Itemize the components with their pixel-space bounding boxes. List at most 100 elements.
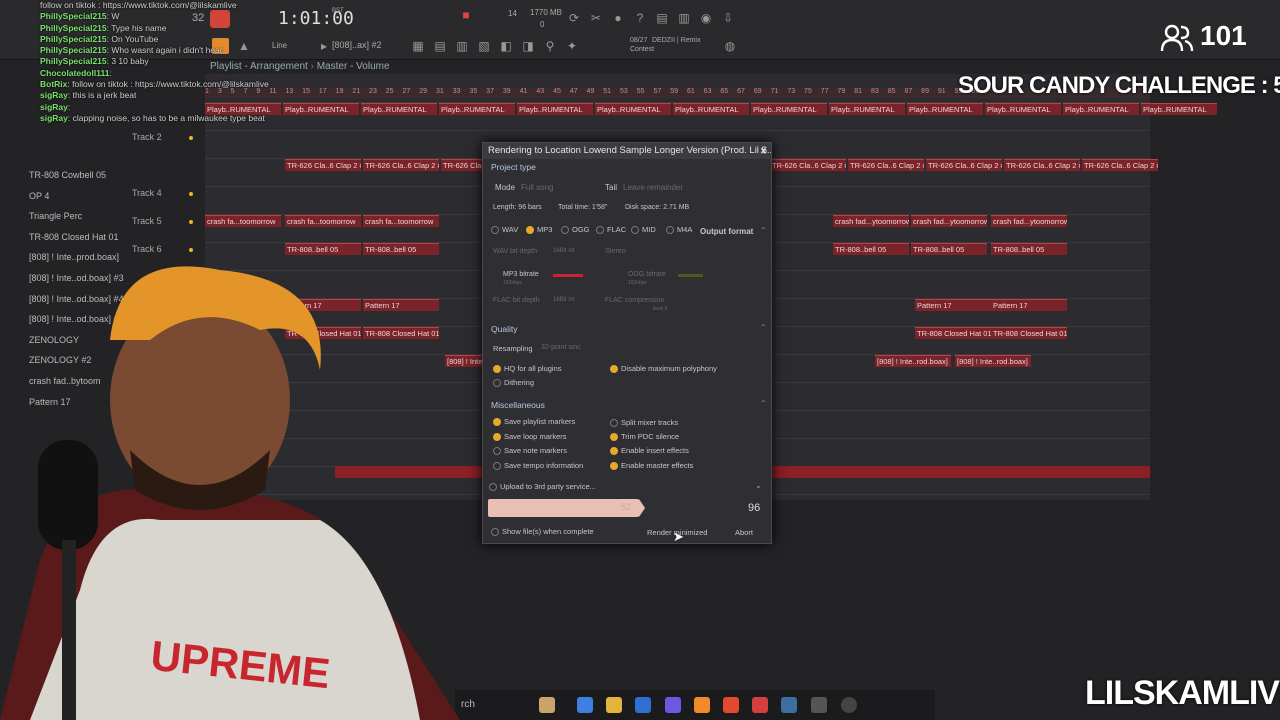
playlist-clip[interactable]: crash fa...toomorrow bbox=[363, 215, 439, 227]
track-led[interactable] bbox=[189, 220, 193, 224]
format-radio[interactable] bbox=[631, 226, 639, 235]
save-note-markers-checkbox[interactable] bbox=[493, 447, 501, 456]
playlist-clip[interactable]: Playb..RUMENTAL bbox=[907, 103, 983, 115]
collapse-quality-icon[interactable]: ⌃ bbox=[760, 323, 767, 332]
playlist-clip[interactable]: crash fa...toomorrow bbox=[285, 215, 361, 227]
format-option-mid[interactable]: MID bbox=[631, 225, 656, 235]
playlist-clip[interactable]: TR-808 Closed Hat 01 bbox=[915, 327, 991, 339]
save-tempo-checkbox[interactable] bbox=[493, 462, 501, 471]
download-icon[interactable]: ⇩ bbox=[720, 11, 736, 25]
enable-master-option[interactable]: Enable master effects bbox=[610, 461, 693, 471]
cut-icon[interactable]: ✂ bbox=[588, 11, 604, 25]
track-name[interactable]: Track 6 bbox=[132, 244, 162, 254]
record-icon[interactable]: ■ bbox=[458, 8, 474, 22]
channel-item[interactable]: OP 4 bbox=[25, 186, 205, 207]
playlist-clip[interactable]: TR-626 Cla..6 Clap 2 #2 bbox=[770, 159, 846, 171]
enable-master-checkbox[interactable] bbox=[610, 462, 618, 471]
save-tempo-option[interactable]: Save tempo information bbox=[493, 461, 583, 471]
tail-select[interactable]: Leave remainder bbox=[623, 183, 683, 192]
format-radio[interactable] bbox=[666, 226, 674, 235]
hq-plugins-checkbox[interactable] bbox=[493, 365, 501, 374]
save-playlist-markers-option[interactable]: Save playlist markers bbox=[493, 417, 575, 427]
playlist-clip[interactable]: Playb..RUMENTAL bbox=[751, 103, 827, 115]
playlist-clip[interactable]: TR-626 Cla..6 Clap 2 #2 bbox=[926, 159, 1002, 171]
playlist-clip[interactable]: TR-808..bell 05 bbox=[991, 243, 1067, 255]
mixer-view-icon[interactable]: ▧ bbox=[476, 39, 492, 53]
trim-pdc-option[interactable]: Trim PDC silence bbox=[610, 432, 679, 442]
playlist-clip[interactable]: Playb..RUMENTAL bbox=[595, 103, 671, 115]
track-name[interactable]: Track 4 bbox=[132, 188, 162, 198]
fl-studio-icon[interactable] bbox=[694, 697, 710, 713]
collapse-output-icon[interactable]: ⌃ bbox=[760, 226, 767, 235]
playlist-clip[interactable]: TR-808..bell 05 bbox=[285, 243, 361, 255]
playlist-clip[interactable]: TR-626 Cla..6 Clap 2 #2 bbox=[363, 159, 439, 171]
playlist-clip[interactable]: Playb..RUMENTAL bbox=[1063, 103, 1139, 115]
ogg-bitrate-slider[interactable] bbox=[678, 274, 703, 277]
split-mixer-checkbox[interactable] bbox=[610, 419, 618, 428]
show-files-option[interactable]: Show file(s) when complete bbox=[491, 527, 594, 537]
playlist-clip[interactable]: Playb..RUMENTAL bbox=[439, 103, 515, 115]
mic-icon[interactable]: ● bbox=[610, 11, 626, 25]
playlist-clip[interactable]: [808] ! Inte..rod.boax] bbox=[955, 355, 1031, 367]
format-option-wav[interactable]: WAV bbox=[491, 225, 518, 235]
format-option-flac[interactable]: FLAC bbox=[596, 225, 626, 235]
playlist-clip[interactable]: crash fa...toomorrow bbox=[205, 215, 281, 227]
discord-icon[interactable] bbox=[665, 697, 681, 713]
browser-icon[interactable]: ◧ bbox=[498, 39, 514, 53]
format-option-ogg[interactable]: OGG bbox=[561, 225, 590, 235]
playlist-clip[interactable]: TR-626 Cla..6 Clap 2 #2 bbox=[285, 159, 361, 171]
upload-checkbox[interactable] bbox=[489, 483, 497, 492]
format-radio[interactable] bbox=[526, 226, 534, 235]
playlist-clip[interactable]: TR-808 Closed Hat 01 bbox=[991, 327, 1067, 339]
enable-insert-checkbox[interactable] bbox=[610, 447, 618, 456]
format-radio[interactable] bbox=[596, 226, 604, 235]
brave-icon[interactable] bbox=[723, 697, 739, 713]
abort-button[interactable]: Abort bbox=[735, 528, 753, 537]
mixer-icon[interactable]: ▥ bbox=[676, 11, 692, 25]
disable-polyphony-option[interactable]: Disable maximum polyphony bbox=[610, 364, 717, 374]
playlist-clip[interactable]: Playb..RUMENTAL bbox=[1141, 103, 1217, 115]
format-option-mp3[interactable]: MP3 bbox=[526, 225, 552, 235]
format-option-m4a[interactable]: M4A bbox=[666, 225, 692, 235]
wav-bit-depth-value[interactable]: 16Bit int bbox=[553, 248, 575, 254]
flac-bit-depth-value[interactable]: 16Bit int bbox=[553, 297, 575, 303]
playlist-clip[interactable]: TR-626 Cla..6 Clap 2 #2 bbox=[1004, 159, 1080, 171]
playlist-clip[interactable]: TR-626 Cla..6 Clap 2 #2 bbox=[848, 159, 924, 171]
playlist-clip[interactable]: Pattern 17 bbox=[991, 299, 1067, 311]
resampling-select[interactable]: 32-point sinc bbox=[541, 344, 581, 351]
globe-icon[interactable]: ◍ bbox=[722, 39, 738, 53]
paint-app-icon[interactable] bbox=[539, 697, 555, 713]
split-mixer-option[interactable]: Split mixer tracks bbox=[610, 418, 678, 428]
upload-option[interactable]: Upload to 3rd party service... bbox=[489, 482, 596, 492]
disable-polyphony-checkbox[interactable] bbox=[610, 365, 618, 374]
playlist-clip[interactable]: TR-808..bell 05 bbox=[911, 243, 987, 255]
obs-icon[interactable] bbox=[752, 697, 768, 713]
track-led[interactable] bbox=[189, 192, 193, 196]
save-icon[interactable]: ▤ bbox=[654, 11, 670, 25]
show-files-checkbox[interactable] bbox=[491, 528, 499, 537]
playlist-clip[interactable]: TR-626 Cla..6 Clap 2 #2 bbox=[1082, 159, 1158, 171]
playlist-clip[interactable]: TR-808..bell 05 bbox=[833, 243, 909, 255]
track-name[interactable]: Track 5 bbox=[132, 216, 162, 226]
plugin-icon[interactable]: ◨ bbox=[520, 39, 536, 53]
trim-pdc-checkbox[interactable] bbox=[610, 433, 618, 442]
chevron-down-icon[interactable]: ⌄ bbox=[755, 481, 762, 490]
playlist-icon[interactable]: ▦ bbox=[410, 39, 426, 53]
line-mode[interactable]: Line bbox=[272, 41, 287, 50]
4k-app-icon[interactable] bbox=[841, 697, 857, 713]
stereo-select[interactable]: Stereo bbox=[605, 248, 626, 255]
enable-insert-option[interactable]: Enable insert effects bbox=[610, 446, 689, 456]
file-explorer-icon[interactable] bbox=[606, 697, 622, 713]
playlist-clip[interactable]: Playb..RUMENTAL bbox=[985, 103, 1061, 115]
save-note-markers-option[interactable]: Save note markers bbox=[493, 446, 567, 456]
playlist-clip[interactable]: Playb..RUMENTAL bbox=[361, 103, 437, 115]
chat-icon[interactable]: ◉ bbox=[698, 11, 714, 25]
track-led[interactable] bbox=[189, 248, 193, 252]
playlist-clip[interactable]: Pattern 17 bbox=[915, 299, 991, 311]
store-icon[interactable] bbox=[635, 697, 651, 713]
playlist-clip[interactable]: Playb..RUMENTAL bbox=[829, 103, 905, 115]
close-icon[interactable]: × bbox=[760, 144, 767, 158]
help-icon[interactable]: ? bbox=[632, 11, 648, 25]
copilot-icon[interactable] bbox=[577, 697, 593, 713]
channel-item[interactable]: Triangle Perc bbox=[25, 206, 205, 227]
